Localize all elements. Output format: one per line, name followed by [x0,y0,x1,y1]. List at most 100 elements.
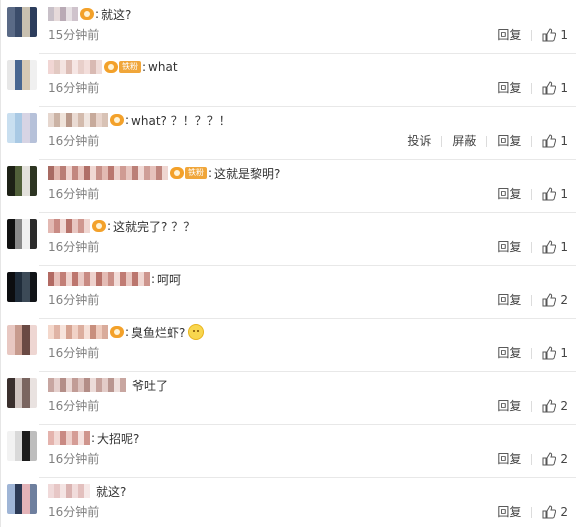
vip-icon [92,220,106,232]
like-count: 1 [560,134,568,148]
like-count: 2 [560,452,568,466]
avatar[interactable] [7,60,37,90]
like-count: 1 [560,187,568,201]
like-button[interactable]: 1 [542,346,568,360]
divider [531,82,533,94]
username[interactable] [48,7,78,21]
username[interactable] [48,60,102,74]
avatar[interactable] [7,272,37,302]
comment-text: 就这? [96,484,127,499]
comment-item: 铁粉 : what 16分钟前 回复 1 [1,53,576,106]
divider [531,347,533,359]
thumbs-up-icon [542,187,557,201]
comment-text: 呵呵 [157,272,182,287]
comment-time: 16分钟前 [48,399,100,413]
avatar[interactable] [7,325,37,355]
reply-button[interactable]: 回复 [497,346,521,360]
avatar[interactable] [7,7,37,37]
like-button[interactable]: 1 [542,28,568,42]
comment-time: 16分钟前 [48,134,100,148]
reply-button[interactable]: 回复 [497,240,521,254]
fan-badge: 铁粉 [119,61,141,73]
like-button[interactable]: 1 [542,81,568,95]
avatar[interactable] [7,113,37,143]
vip-icon [110,114,124,126]
avatar[interactable] [7,219,37,249]
vip-icon [170,167,184,179]
comment-item: 就这? 16分钟前 回复 2 [1,477,576,527]
comment-time: 16分钟前 [48,240,100,254]
comment-text: 就这? [101,7,132,22]
like-count: 1 [560,28,568,42]
divider [531,400,533,412]
reply-button[interactable]: 回复 [497,134,521,148]
like-count: 2 [560,399,568,413]
comment-item: : 就这? 15分钟前 回复 1 [1,0,576,53]
thumbs-up-icon [542,28,557,42]
report-button[interactable]: 投诉 [407,134,431,148]
like-count: 2 [560,505,568,519]
thumbs-up-icon [542,399,557,413]
comment-item: : what? ？！？？！ 16分钟前 投诉 屏蔽 回复 1 [1,106,576,159]
colon: : [151,272,156,286]
divider [531,453,533,465]
reply-button[interactable]: 回复 [497,293,521,307]
reply-button[interactable]: 回复 [497,452,521,466]
divider [531,188,533,200]
vip-icon [110,326,124,338]
comment-text: 爷吐了 [132,378,169,393]
avatar[interactable] [7,378,37,408]
comment-item: : 大招呢? 16分钟前 回复 2 [1,424,576,477]
colon: : [208,166,213,180]
reply-button[interactable]: 回复 [497,187,521,201]
divider [531,294,533,306]
username[interactable] [48,431,90,445]
divider [531,241,533,253]
divider [486,135,488,147]
like-button[interactable]: 2 [542,293,568,307]
reply-button[interactable]: 回复 [497,81,521,95]
thumbs-up-icon [542,505,557,519]
username[interactable] [48,113,108,127]
reply-button[interactable]: 回复 [497,399,521,413]
like-button[interactable]: 1 [542,187,568,201]
like-button[interactable]: 2 [542,452,568,466]
colon: : [107,219,112,233]
comment-item: : 这就完了? ？？ 16分钟前 回复 1 [1,212,576,265]
like-button[interactable]: 2 [542,399,568,413]
thumbs-up-icon [542,81,557,95]
comment-time: 16分钟前 [48,293,100,307]
face-emoji-icon [188,324,205,340]
username[interactable] [48,219,90,233]
colon: : [95,7,100,21]
fan-badge: 铁粉 [185,167,207,179]
comment-time: 16分钟前 [48,81,100,95]
thumbs-up-icon [542,452,557,466]
username[interactable] [48,166,168,180]
like-count: 1 [560,81,568,95]
comment-text: what [148,60,178,74]
reply-button[interactable]: 回复 [497,28,521,42]
username[interactable] [48,484,90,498]
comment-text: 臭鱼烂虾? [131,325,186,340]
like-button[interactable]: 2 [542,505,568,519]
username[interactable] [48,325,108,339]
like-button[interactable]: 1 [542,134,568,148]
comment-time: 16分钟前 [48,505,100,519]
username[interactable] [48,378,126,392]
divider [531,135,533,147]
avatar[interactable] [7,484,37,514]
comment-list: : 就这? 15分钟前 回复 1 铁粉 : what 16分钟前 回复 1: … [0,0,576,527]
comment-item: : 呵呵 16分钟前 回复 2 [1,265,576,318]
avatar[interactable] [7,166,37,196]
username[interactable] [48,272,150,286]
like-button[interactable]: 1 [542,240,568,254]
comment-time: 16分钟前 [48,346,100,360]
avatar[interactable] [7,431,37,461]
block-button[interactable]: 屏蔽 [452,134,476,148]
reply-button[interactable]: 回复 [497,505,521,519]
comment-text: what? ？！？？！ [131,113,231,128]
divider [531,506,533,518]
comment-time: 15分钟前 [48,28,100,42]
thumbs-up-icon [542,293,557,307]
